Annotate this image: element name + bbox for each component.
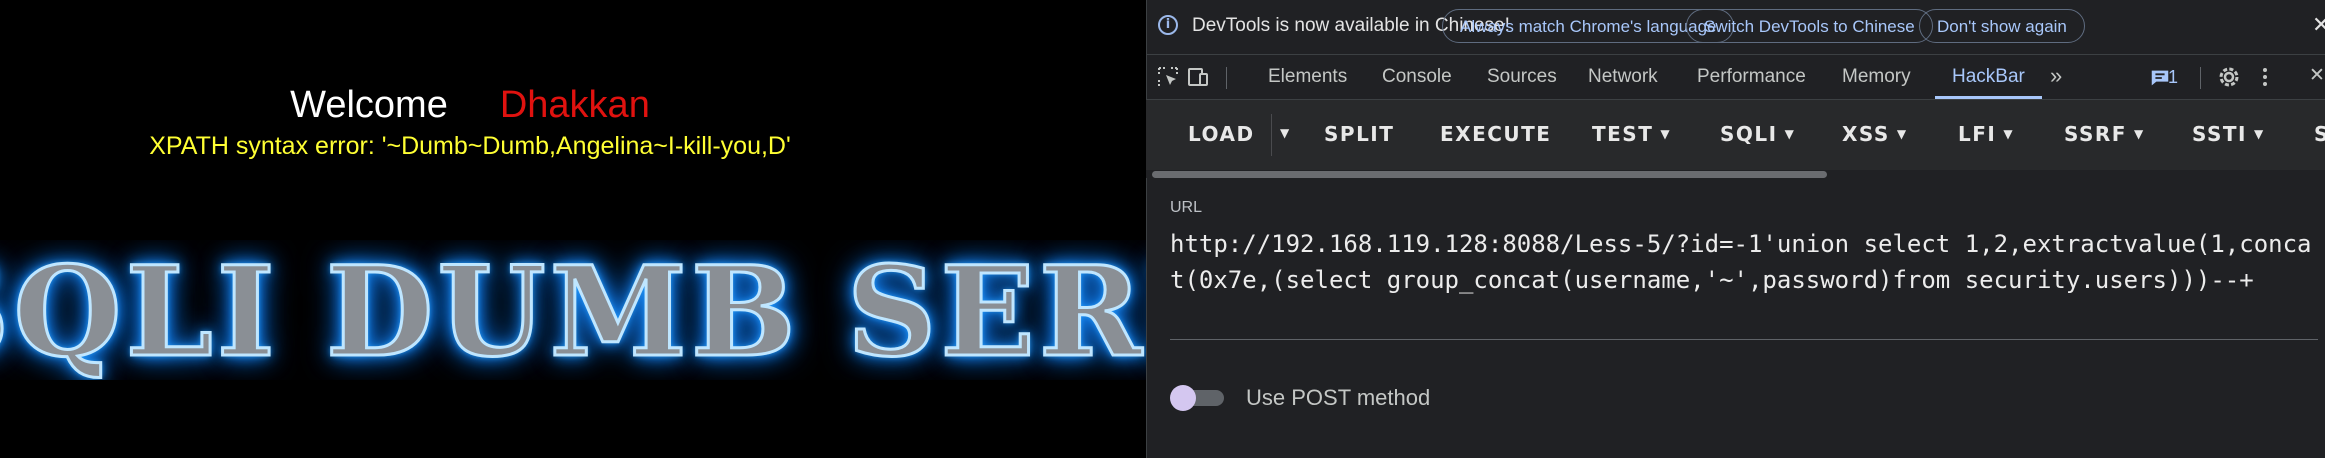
lfi-label: LFI [1958,122,1997,146]
info-icon: i [1158,15,1178,35]
username-text: Dhakkan [499,84,650,126]
tab-memory[interactable]: Memory [1842,66,1911,88]
ssrf-menu[interactable]: SSRF ▼ [2064,122,2145,146]
caret-down-icon: ▼ [2133,127,2145,141]
sqli-menu[interactable]: SQLI ▼ [1720,122,1795,146]
more-menu[interactable]: S [2314,122,2325,146]
execute-button[interactable]: EXECUTE [1440,122,1551,146]
close-icon[interactable]: ✕ [2312,12,2325,38]
caret-down-icon: ▼ [1896,127,1908,141]
caret-down-icon: ▼ [2254,127,2265,141]
welcome-text: Welcome [290,84,448,126]
tab-network[interactable]: Network [1588,66,1658,88]
ssrf-label: SSRF [2064,122,2127,146]
xss-label: XSS [1842,122,1890,146]
load-button[interactable]: LOAD [1188,122,1255,146]
banner-text: SQLI DUMB SERIES [0,240,1146,380]
more-tabs-icon[interactable]: » [2050,63,2062,89]
devtools-toolbar: Elements Console Sources Network Perform… [1146,55,2325,100]
sqli-label: SQLI [1720,122,1778,146]
toolbar-divider [1226,67,1227,89]
hackbar-scrollbar[interactable] [1146,170,2325,178]
split-button[interactable]: SPLIT [1324,122,1394,146]
url-field-underline [1170,339,2318,340]
tab-elements[interactable]: Elements [1268,66,1347,88]
close-icon[interactable]: ✕ [2309,64,2325,87]
hackbar-toolbar: LOAD ▼ SPLIT EXECUTE TEST ▼ SQLI ▼ XSS ▼ LF… [1146,100,2325,170]
devtools-panel: i DevTools is now available in Chinese! … [1146,0,2325,458]
scrollbar-thumb[interactable] [1152,171,1827,178]
url-textarea[interactable]: http://192.168.119.128:8088/Less-5/?id=-… [1170,226,2320,298]
toolbar-divider [2200,67,2201,89]
welcome-line: Welcome Dhakkan [0,84,940,127]
message-count: 1 [2168,67,2179,87]
inspect-icon[interactable] [1156,65,1180,89]
caret-down-icon[interactable]: ▼ [1280,126,1291,140]
test-label: TEST [1592,122,1654,146]
tab-console[interactable]: Console [1382,66,1452,88]
post-method-toggle[interactable] [1170,385,1226,411]
post-method-label: Use POST method [1246,385,1431,410]
switch-to-chinese-button[interactable]: Switch DevTools to Chinese [1686,9,1933,43]
settings-icon[interactable] [2217,65,2241,89]
caret-down-icon: ▼ [1660,127,1672,141]
load-divider [1271,114,1272,156]
caret-down-icon: ▼ [1784,127,1796,141]
xss-menu[interactable]: XSS ▼ [1842,122,1908,146]
caret-down-icon: ▼ [2003,127,2015,141]
web-page: Welcome Dhakkan XPATH syntax error: '~Dum… [0,0,1146,458]
tab-hackbar[interactable]: HackBar [1952,66,2025,88]
xpath-error-text: XPATH syntax error: '~Dumb~Dumb,Angelina… [149,132,791,160]
kebab-menu-icon[interactable] [2253,65,2277,89]
device-toolbar-icon[interactable] [1186,65,1210,89]
tab-performance[interactable]: Performance [1697,66,1806,88]
test-menu[interactable]: TEST ▼ [1592,122,1671,146]
lfi-menu[interactable]: LFI ▼ [1958,122,2014,146]
active-tab-indicator [1935,96,2042,99]
sqli-banner: SQLI DUMB SERIES [0,240,1146,380]
dont-show-again-button[interactable]: Don't show again [1919,9,2085,43]
url-label: URL [1170,199,1203,216]
tab-sources[interactable]: Sources [1487,66,1557,88]
toggle-knob [1170,385,1196,411]
ssti-menu[interactable]: SSTI ▼ [2192,122,2265,146]
language-infobar: i DevTools is now available in Chinese! … [1146,0,2325,55]
ssti-label: SSTI [2192,122,2247,146]
